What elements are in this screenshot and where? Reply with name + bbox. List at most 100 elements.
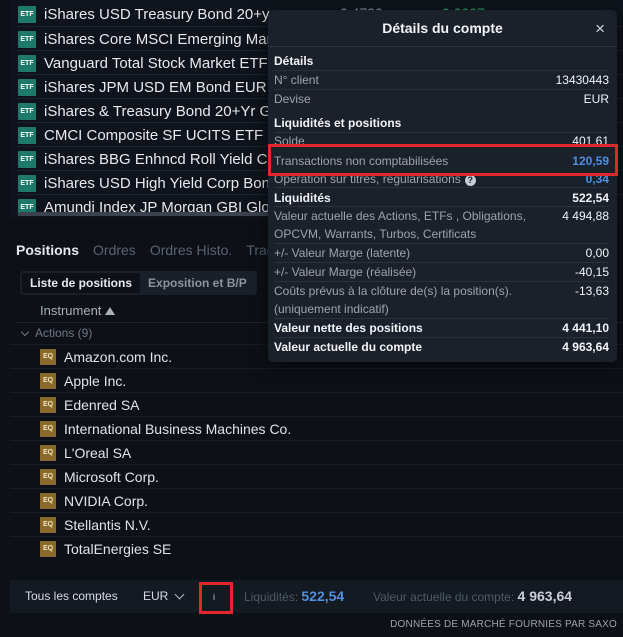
position-row[interactable]: EQ International Business Machines Co. bbox=[10, 416, 623, 440]
net-positions-label: Valeur nette des positions bbox=[274, 321, 423, 335]
margin-latent-row: +/- Valeur Marge (latente) 0,00 bbox=[274, 246, 609, 260]
account-value: 4 963,64 bbox=[562, 340, 609, 354]
margin-realized-value: -40,15 bbox=[574, 265, 609, 279]
position-row[interactable]: EQ NVIDIA Corp. bbox=[10, 488, 623, 512]
section-liquidity-positions: Liquidités et positions bbox=[274, 116, 402, 130]
equity-badge-icon: EQ bbox=[40, 372, 56, 389]
positions-subtabs: Liste de positions Exposition et B/P bbox=[20, 271, 257, 295]
current-value-label-line2: OPCVM, Warrants, Turbos, Certificats bbox=[274, 227, 477, 241]
etf-badge-icon: ETF bbox=[18, 5, 36, 23]
etf-badge-icon: ETF bbox=[18, 78, 36, 96]
current-value-row: Valeur actuelle des Actions, ETFs , Obli… bbox=[274, 209, 609, 241]
group-label: Actions (9) bbox=[35, 326, 93, 340]
position-name: Microsoft Corp. bbox=[64, 468, 159, 485]
etf-badge-icon: ETF bbox=[18, 150, 36, 168]
currency-value: EUR bbox=[583, 92, 609, 106]
equity-badge-icon: EQ bbox=[40, 420, 56, 437]
info-icon: i bbox=[213, 592, 215, 602]
client-number-row: N° client 13430443 bbox=[274, 73, 609, 87]
account-value-row: Valeur actuelle du compte 4 963,64 bbox=[274, 340, 609, 354]
liquidity-row: Liquidités 522,54 bbox=[274, 191, 609, 205]
instrument-name: iShares & Treasury Bond 20+Yr Gov bbox=[44, 102, 288, 120]
tab-orders[interactable]: Ordres bbox=[93, 242, 136, 258]
margin-latent-value: 0,00 bbox=[585, 246, 609, 260]
position-name: Apple Inc. bbox=[64, 372, 127, 389]
section-details: Détails bbox=[274, 54, 314, 68]
closing-cost-label: Coûts prévus à la clôture de(s) la posit… bbox=[274, 284, 513, 298]
chevron-down-icon bbox=[20, 327, 30, 337]
instrument-name: CMCI Composite SF UCITS ETF bbox=[44, 126, 264, 144]
position-row[interactable]: EQ Apple Inc. bbox=[10, 368, 623, 392]
currency-selector[interactable]: EUR bbox=[143, 589, 185, 603]
closing-cost-label-line2: (uniquement indicatif) bbox=[274, 302, 389, 316]
position-row[interactable]: EQ Edenred SA bbox=[10, 392, 623, 416]
position-row[interactable]: EQ TotalEnergies SE bbox=[10, 536, 623, 560]
position-row[interactable]: EQ Microsoft Corp. bbox=[10, 464, 623, 488]
equity-badge-icon: EQ bbox=[40, 444, 56, 461]
position-name: Edenred SA bbox=[64, 396, 140, 413]
current-value-label: Valeur actuelle des Actions, ETFs , Obli… bbox=[274, 209, 526, 223]
account-selector[interactable]: Tous les comptes bbox=[25, 589, 118, 603]
client-value: 13430443 bbox=[555, 73, 609, 87]
currency-label: Devise bbox=[274, 92, 311, 106]
net-positions-value: 4 441,10 bbox=[562, 321, 609, 335]
subtab-position-list[interactable]: Liste de positions bbox=[22, 273, 141, 293]
instrument-name: iShares BBG Enhncd Roll Yield Comm bbox=[44, 150, 301, 168]
current-value: 4 494,88 bbox=[562, 209, 609, 223]
help-icon[interactable]: ? bbox=[464, 175, 476, 186]
margin-realized-label: +/- Valeur Marge (réalisée) bbox=[274, 265, 417, 279]
liquidity-label: Liquidités: bbox=[244, 590, 299, 604]
margin-latent-label: +/- Valeur Marge (latente) bbox=[274, 246, 411, 260]
position-row[interactable]: EQ L'Oreal SA bbox=[10, 440, 623, 464]
chevron-down-icon bbox=[174, 589, 185, 600]
liquidity-value: 522,54 bbox=[301, 588, 345, 604]
footer-account-value: Valeur actuelle du compte: 4 963,64 bbox=[373, 588, 572, 604]
position-row[interactable]: EQ Stellantis N.V. bbox=[10, 512, 623, 536]
account-value-label: Valeur actuelle du compte bbox=[274, 340, 423, 354]
position-name: L'Oreal SA bbox=[64, 444, 132, 461]
liquidity-label: Liquidités bbox=[274, 191, 331, 205]
position-name: International Business Machines Co. bbox=[64, 420, 292, 437]
position-name: Stellantis N.V. bbox=[64, 516, 151, 533]
closing-cost-row: Coûts prévus à la clôture de(s) la posit… bbox=[274, 284, 609, 316]
equity-badge-icon: EQ bbox=[40, 516, 56, 533]
tab-order-history[interactable]: Ordres Histo. bbox=[150, 242, 232, 258]
equity-badge-icon: EQ bbox=[40, 492, 56, 509]
account-info-button[interactable]: i bbox=[199, 582, 233, 614]
position-name: Amazon.com Inc. bbox=[64, 348, 173, 365]
net-positions-row: Valeur nette des positions 4 441,10 bbox=[274, 321, 609, 335]
instrument-name: iShares USD Treasury Bond 20+yr bbox=[44, 5, 275, 23]
footer-liquidity: Liquidités: 522,54 bbox=[244, 588, 344, 604]
account-selector-label: Tous les comptes bbox=[25, 589, 118, 603]
client-label: N° client bbox=[274, 73, 319, 87]
popup-title: Détails du compte bbox=[382, 20, 503, 36]
column-header-label: Instrument bbox=[40, 303, 102, 318]
etf-badge-icon: ETF bbox=[18, 54, 36, 72]
account-value: 4 963,64 bbox=[517, 588, 573, 604]
equity-badge-icon: EQ bbox=[40, 540, 56, 557]
sort-ascending-icon bbox=[105, 306, 116, 315]
liquidity-value: 522,54 bbox=[572, 191, 609, 205]
equity-badge-icon: EQ bbox=[40, 348, 56, 365]
instrument-column-header[interactable]: Instrument bbox=[40, 303, 116, 318]
instrument-name: Vanguard Total Stock Market ETF bbox=[44, 54, 268, 72]
etf-badge-icon: ETF bbox=[18, 174, 36, 192]
subtab-exposure[interactable]: Exposition et B/P bbox=[140, 273, 255, 293]
closing-cost-value: -13,63 bbox=[574, 284, 609, 298]
market-data-credit: DONNÉES DE MARCHÉ FOURNIES PAR SAXO bbox=[390, 619, 617, 630]
close-icon[interactable]: × bbox=[595, 19, 605, 39]
instrument-name: iShares Core MSCI Emerging Markets bbox=[44, 30, 300, 48]
positions-tabs: Positions Ordres Ordres Histo. Trades bbox=[16, 242, 289, 258]
position-name: NVIDIA Corp. bbox=[64, 492, 149, 509]
currency-label: EUR bbox=[143, 589, 169, 603]
etf-badge-icon: ETF bbox=[18, 102, 36, 120]
equity-badge-icon: EQ bbox=[40, 468, 56, 485]
etf-badge-icon: ETF bbox=[18, 30, 36, 48]
margin-realized-row: +/- Valeur Marge (réalisée) -40,15 bbox=[274, 265, 609, 279]
highlight-box bbox=[268, 144, 618, 176]
account-details-popup: Détails du compte × Détails N° client 13… bbox=[268, 10, 618, 362]
position-name: TotalEnergies SE bbox=[64, 540, 172, 557]
tab-positions[interactable]: Positions bbox=[16, 242, 79, 258]
group-header-actions[interactable]: Actions (9) bbox=[20, 326, 93, 340]
account-footer: Tous les comptes EUR i Liquidités: 522,5… bbox=[10, 580, 623, 614]
